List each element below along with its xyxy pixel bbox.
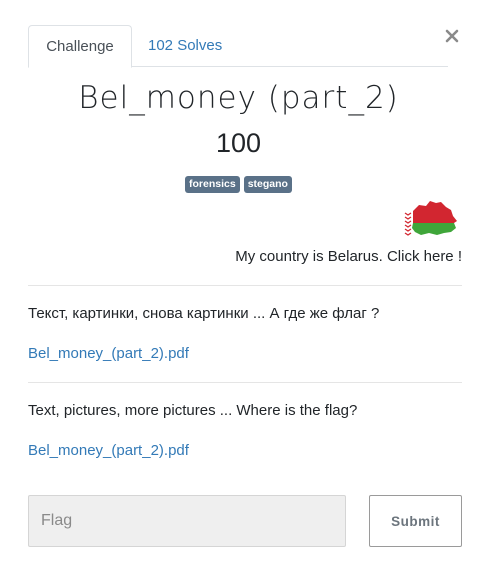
- file-link-2[interactable]: Bel_money_(part_2).pdf: [28, 442, 189, 459]
- country-link[interactable]: My country is Belarus. Click here !: [235, 248, 462, 265]
- submit-button[interactable]: Submit: [369, 495, 462, 547]
- tag-stegano: stegano: [243, 176, 292, 193]
- challenge-value: 100: [215, 128, 262, 158]
- challenge-tabs: Challenge 102 Solves: [28, 25, 448, 68]
- challenge-name: Bel_money (part_2): [78, 80, 399, 116]
- challenge-modal: Challenge 102 Solves Bel_money (part_2) …: [0, 0, 477, 581]
- belarus-map-icon[interactable]: [399, 197, 459, 239]
- tab-solves[interactable]: 102 Solves: [132, 25, 238, 67]
- description-russian: Текст, картинки, снова картинки ... А гд…: [28, 305, 380, 322]
- close-icon[interactable]: [443, 27, 461, 45]
- file-link-1[interactable]: Bel_money_(part_2).pdf: [28, 345, 189, 362]
- divider: [28, 382, 462, 383]
- divider: [28, 285, 462, 286]
- flag-input[interactable]: [28, 495, 346, 547]
- challenge-tags: forensics stegano: [0, 176, 477, 193]
- tab-challenge[interactable]: Challenge: [28, 25, 132, 68]
- tag-forensics: forensics: [185, 176, 240, 193]
- description-english: Text, pictures, more pictures ... Where …: [28, 402, 358, 419]
